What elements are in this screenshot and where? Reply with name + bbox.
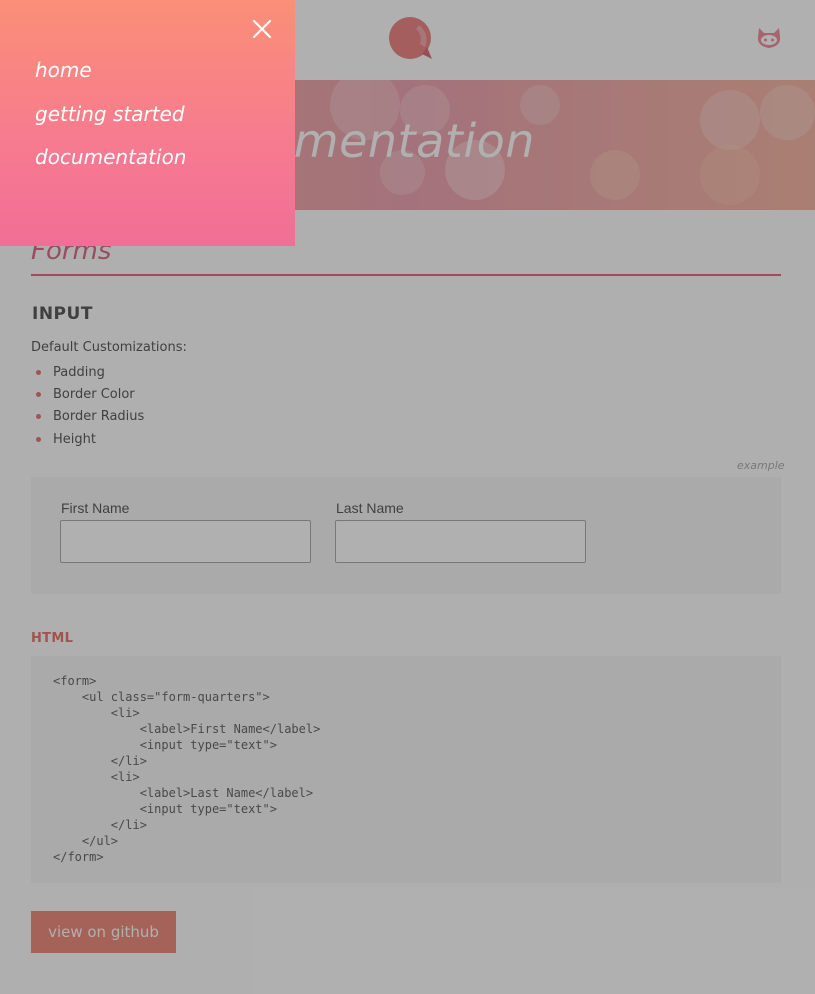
side-menu: home getting started documentation xyxy=(0,0,295,246)
menu-item-documentation[interactable]: documentation xyxy=(35,145,186,169)
menu-item-home[interactable]: home xyxy=(35,58,92,82)
menu-item-getting-started[interactable]: getting started xyxy=(35,102,185,126)
close-icon[interactable] xyxy=(250,17,274,41)
